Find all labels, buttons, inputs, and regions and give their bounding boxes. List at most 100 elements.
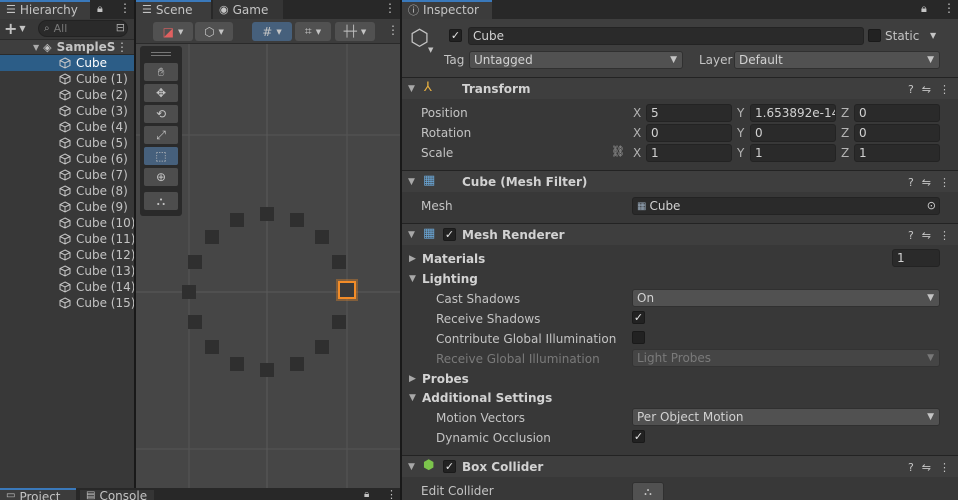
scene-menu-icon[interactable]: ⋮: [116, 40, 128, 54]
static-checkbox[interactable]: [868, 29, 881, 42]
help-icon[interactable]: ?: [908, 176, 914, 189]
foldout-arrow-icon[interactable]: ▼: [408, 84, 415, 94]
scene-cube[interactable]: [315, 340, 330, 355]
tab-inspector[interactable]: ⓘ Inspector: [402, 0, 492, 19]
foldout-arrow-icon[interactable]: ▼: [33, 43, 39, 52]
scene-cube[interactable]: [230, 212, 245, 227]
mesh-filter-header[interactable]: ▼ ▦ Cube (Mesh Filter) ? ⇋ ⋮: [402, 170, 958, 192]
box-collider-header[interactable]: ▼ ⬢ ✓ Box Collider ? ⇋ ⋮: [402, 455, 958, 477]
scene-cube[interactable]: [289, 212, 304, 227]
mesh-renderer-enabled-checkbox[interactable]: ✓: [443, 228, 456, 241]
hierarchy-item[interactable]: Cube (14): [0, 279, 134, 295]
position-x-field[interactable]: 5: [646, 104, 732, 122]
tab-project[interactable]: ▭ Project: [0, 488, 76, 500]
hierarchy-item[interactable]: Cube (13): [0, 263, 134, 279]
object-name-field[interactable]: Cube: [468, 27, 864, 45]
palette-handle[interactable]: [151, 52, 171, 53]
additional-foldout-icon[interactable]: ▼: [409, 393, 416, 403]
materials-label[interactable]: Materials: [422, 252, 485, 266]
additional-settings-label[interactable]: Additional Settings: [422, 391, 552, 405]
search-options-icon[interactable]: ⊟: [116, 21, 125, 34]
component-menu-icon[interactable]: ⋮: [939, 83, 950, 96]
component-menu-icon[interactable]: ⋮: [939, 461, 950, 474]
scene-cube[interactable]: [182, 285, 196, 299]
probes-label[interactable]: Probes: [422, 372, 469, 386]
preset-icon[interactable]: ⇋: [922, 83, 931, 96]
ruler-button[interactable]: ┼┼ ▼: [335, 22, 375, 41]
help-icon[interactable]: ?: [908, 461, 914, 474]
scene-cube[interactable]: [260, 207, 274, 221]
shading-mode-button[interactable]: ⬡ ▼: [195, 22, 233, 41]
hierarchy-item[interactable]: Cube (11): [0, 231, 134, 247]
toolbar-more-icon[interactable]: ⋮: [387, 23, 399, 37]
hierarchy-item[interactable]: Cube (3): [0, 103, 134, 119]
mesh-renderer-header[interactable]: ▼ ▦ ✓ Mesh Renderer ? ⇋ ⋮: [402, 223, 958, 245]
static-dropdown-icon[interactable]: ▼: [930, 31, 936, 40]
transform-header[interactable]: ▼ ⅄ Transform ? ⇋ ⋮: [402, 77, 958, 99]
hierarchy-item[interactable]: Cube (2): [0, 87, 134, 103]
contribute-gi-checkbox[interactable]: [632, 331, 645, 344]
object-picker-icon[interactable]: ⊙: [927, 198, 936, 214]
help-icon[interactable]: ?: [908, 83, 914, 96]
scale-x-field[interactable]: 1: [646, 144, 732, 162]
hierarchy-item[interactable]: Cube (9): [0, 199, 134, 215]
component-menu-icon[interactable]: ⋮: [939, 229, 950, 242]
lighting-foldout-icon[interactable]: ▼: [409, 274, 416, 284]
hierarchy-item[interactable]: Cube (6): [0, 151, 134, 167]
scale-y-field[interactable]: 1: [750, 144, 836, 162]
scene-cube[interactable]: [230, 357, 245, 372]
scene-cube[interactable]: [260, 363, 274, 377]
gameobject-cube-icon[interactable]: ⬡: [410, 26, 429, 51]
snap-increment-button[interactable]: ⌗ ▼: [295, 22, 331, 41]
kebab-menu-icon[interactable]: ⋮: [943, 1, 955, 15]
tab-game[interactable]: ◉ Game: [213, 0, 283, 19]
box-collider-enabled-checkbox[interactable]: ✓: [443, 460, 456, 473]
motion-vectors-dropdown[interactable]: Per Object Motion ▼: [632, 408, 940, 426]
component-menu-icon[interactable]: ⋮: [939, 176, 950, 189]
hierarchy-item[interactable]: Cube (7): [0, 167, 134, 183]
hierarchy-item[interactable]: Cube (4): [0, 119, 134, 135]
hierarchy-item[interactable]: Cube: [0, 55, 134, 71]
scene-cube[interactable]: [204, 340, 219, 355]
lock-icon[interactable]: 🔒︎: [97, 2, 103, 16]
position-y-field[interactable]: 1.653892e-14: [750, 104, 836, 122]
transform-tool[interactable]: ⊕: [144, 168, 178, 186]
position-z-field[interactable]: 0: [854, 104, 940, 122]
icon-dropdown-arrow[interactable]: ▼: [428, 46, 433, 54]
foldout-arrow-icon[interactable]: ▼: [408, 462, 415, 472]
preset-icon[interactable]: ⇋: [922, 176, 931, 189]
hierarchy-item[interactable]: Cube (8): [0, 183, 134, 199]
preset-icon[interactable]: ⇋: [922, 461, 931, 474]
selected-cube[interactable]: [338, 281, 356, 299]
tab-scene[interactable]: ☰ Scene: [136, 0, 211, 19]
preset-icon[interactable]: ⇋: [922, 229, 931, 242]
kebab-menu-icon[interactable]: ⋮: [384, 1, 396, 15]
constrain-proportions-icon[interactable]: ⛓: [611, 145, 625, 158]
hierarchy-item[interactable]: Cube (15): [0, 295, 134, 311]
edit-collider-button[interactable]: ⛬: [632, 482, 664, 500]
foldout-arrow-icon[interactable]: ▼: [408, 230, 415, 240]
hierarchy-item[interactable]: Cube (12): [0, 247, 134, 263]
rotate-tool[interactable]: ⟲: [144, 105, 178, 123]
draw-mode-button[interactable]: ◪ ▼: [153, 22, 193, 41]
move-tool[interactable]: ✥: [144, 84, 178, 102]
help-icon[interactable]: ?: [908, 229, 914, 242]
scale-z-field[interactable]: 1: [854, 144, 940, 162]
dynamic-occlusion-checkbox[interactable]: ✓: [632, 430, 645, 443]
hierarchy-item[interactable]: Cube (1): [0, 71, 134, 87]
rotation-z-field[interactable]: 0: [854, 124, 940, 142]
rect-tool[interactable]: ⬚: [144, 147, 178, 165]
scene-cube[interactable]: [315, 229, 330, 244]
scene-viewport[interactable]: ✋︎ ✥ ⟲ ⤢ ⬚ ⊕ ⛬: [136, 44, 400, 488]
kebab-menu-icon[interactable]: ⋮: [119, 1, 131, 15]
tab-console[interactable]: ▤ Console: [80, 490, 154, 500]
layer-dropdown[interactable]: Default ▼: [734, 51, 940, 69]
rotation-y-field[interactable]: 0: [750, 124, 836, 142]
lock-icon[interactable]: 🔒︎: [364, 489, 369, 500]
cast-shadows-dropdown[interactable]: On ▼: [632, 289, 940, 307]
receive-shadows-checkbox[interactable]: ✓: [632, 311, 645, 324]
scene-cube[interactable]: [204, 229, 219, 244]
scene-cube[interactable]: [289, 357, 304, 372]
kebab-menu-icon[interactable]: ⋮: [386, 488, 397, 500]
lighting-label[interactable]: Lighting: [422, 272, 478, 286]
